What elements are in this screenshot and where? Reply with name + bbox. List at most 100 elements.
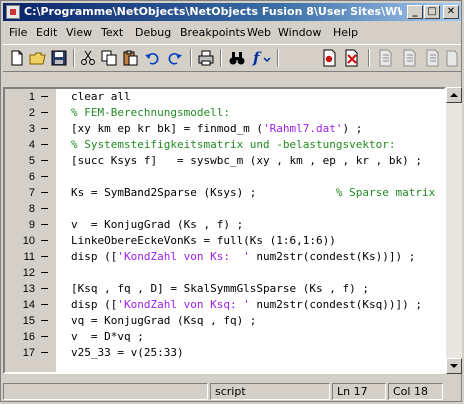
code-line[interactable]: 9 v = KonjugGrad (Ks , f) ;	[5, 217, 444, 233]
code-line[interactable]: 4 % Systemsteifigkeitsmatrix und -belastu…	[5, 137, 444, 153]
maximize-button[interactable]: □	[424, 5, 440, 19]
menu-web[interactable]: Web	[247, 26, 271, 39]
function-icon[interactable]: f	[251, 49, 273, 67]
breakpoint-dash-icon[interactable]	[41, 224, 48, 225]
step-icon[interactable]	[377, 49, 395, 67]
cut-icon[interactable]	[79, 49, 97, 67]
breakpoint-dash-icon[interactable]	[41, 144, 48, 145]
code-line[interactable]: 2 % FEM-Berechnungsmodell:	[5, 105, 444, 121]
status-column: Col 18	[388, 383, 443, 400]
menu-file[interactable]: File	[9, 26, 27, 39]
code-line[interactable]: 3 [xy km ep kr bk] = finmod_m ('Rahml7.da…	[5, 121, 444, 137]
code-line[interactable]: 14 disp (['KondZahl von Ksq: ' num2str(co…	[5, 297, 444, 313]
code-line[interactable]: 13 [Ksq , fq , D] = SkalSymmGlsSparse (Ks…	[5, 281, 444, 297]
menu-window[interactable]: Window	[278, 26, 321, 39]
breakpoint-dash-icon[interactable]	[41, 240, 48, 241]
code-line[interactable]: 10 LinkeObereEckeVonKs = full(Ks (1:6,1:6…	[5, 233, 444, 249]
menu-debug[interactable]: Debug	[135, 26, 171, 39]
code-text: % FEM-Berechnungsmodell:	[71, 106, 230, 119]
breakpoint-dash-icon[interactable]	[41, 192, 48, 193]
breakpoint-dash-icon[interactable]	[41, 352, 48, 353]
breakpoint-dash-icon[interactable]	[41, 176, 48, 177]
toolbar-overflow-icon[interactable]	[445, 49, 459, 67]
menu-breakpoints[interactable]: Breakpoints	[180, 26, 246, 39]
code-editor[interactable]: 1 clear all 2 % FEM-Berechnungsmodell: 3 [xy …	[3, 87, 446, 374]
step-out-icon[interactable]	[424, 49, 442, 67]
menu-help[interactable]: Help	[333, 26, 358, 39]
code-token: [succ Ksys f] = syswbc_m (xy , km , ep ,…	[71, 154, 422, 167]
code-line[interactable]: 15 vq = KonjugGrad (Ksq , fq) ;	[5, 313, 444, 329]
redo-icon[interactable]	[165, 49, 183, 67]
breakpoint-dash-icon[interactable]	[41, 112, 48, 113]
code-token: v25_33 = v(25:33)	[71, 346, 184, 359]
code-text: Ks = SymBand2Sparse (Ksys) ; % Sparse ma…	[71, 186, 435, 199]
print-icon[interactable]	[197, 49, 215, 67]
code-line[interactable]: 8	[5, 201, 444, 217]
vertical-scrollbar[interactable]	[446, 87, 462, 374]
code-line[interactable]: 12	[5, 265, 444, 281]
menu-view[interactable]: View	[66, 26, 92, 39]
breakpoint-dash-icon[interactable]	[41, 320, 48, 321]
status-bar: script Ln 17 Col 18	[3, 381, 461, 401]
find-icon[interactable]	[228, 49, 246, 67]
undo-icon[interactable]	[144, 49, 162, 67]
code-token: v = D*vq ;	[71, 330, 144, 343]
code-line[interactable]: 6	[5, 169, 444, 185]
copy-icon[interactable]	[100, 49, 118, 67]
minimize-button[interactable]: _	[407, 5, 423, 19]
breakpoint-dash-icon[interactable]	[41, 304, 48, 305]
code-token: num2str(condest(Ksq))]) ;	[249, 298, 422, 311]
code-text: LinkeObereEckeVonKs = full(Ks (1:6,1:6))	[71, 234, 336, 247]
code-text: v = D*vq ;	[71, 330, 144, 343]
scroll-down-button[interactable]	[446, 358, 462, 374]
breakpoint-dash-icon[interactable]	[41, 96, 48, 97]
breakpoint-dash-icon[interactable]	[41, 160, 48, 161]
arrow-up-icon	[450, 93, 458, 97]
breakpoint-dash-icon[interactable]	[41, 288, 48, 289]
toolbar-separator	[277, 49, 279, 67]
scroll-up-button[interactable]	[446, 87, 462, 103]
breakpoint-dash-icon[interactable]	[41, 256, 48, 257]
line-number: 14	[22, 299, 35, 311]
toolbar: f	[3, 44, 461, 72]
code-line[interactable]: 7 Ks = SymBand2Sparse (Ksys) ; % Sparse m…	[5, 185, 444, 201]
breakpoint-dash-icon[interactable]	[41, 128, 48, 129]
breakpoint-dash-icon[interactable]	[41, 272, 48, 273]
editor-window: C:\Programme\NetObjects\NetObjects Fusio…	[0, 0, 462, 402]
code-string: 'KondZahl von Ks: '	[117, 250, 250, 263]
open-folder-icon[interactable]	[29, 49, 47, 67]
line-number: 16	[22, 331, 35, 343]
new-file-icon[interactable]	[8, 49, 26, 67]
toolbar-separator	[368, 49, 370, 67]
menu-text[interactable]: Text	[101, 26, 123, 39]
paste-icon[interactable]	[121, 49, 139, 67]
code-token: clear all	[71, 90, 131, 103]
code-token: ) ;	[342, 122, 363, 135]
close-button[interactable]: ✕	[443, 5, 459, 19]
set-breakpoint-icon[interactable]	[321, 49, 339, 67]
code-string: 'KondZahl von Ksq: '	[117, 298, 250, 311]
code-token: disp ([	[71, 298, 118, 311]
code-line[interactable]: 11 disp (['KondZahl von Ks: ' num2str(con…	[5, 249, 444, 265]
code-line[interactable]: 1 clear all	[5, 89, 444, 105]
breakpoint-dash-icon[interactable]	[41, 336, 48, 337]
menu-edit[interactable]: Edit	[36, 26, 57, 39]
app-icon[interactable]	[6, 5, 20, 19]
title-bar[interactable]: C:\Programme\NetObjects\NetObjects Fusio…	[3, 3, 461, 21]
code-line[interactable]: 5 [succ Ksys f] = syswbc_m (xy , km , ep …	[5, 153, 444, 169]
code-text: disp (['KondZahl von Ks: ' num2str(conde…	[71, 250, 415, 263]
save-icon[interactable]	[50, 49, 68, 67]
code-text: vq = KonjugGrad (Ksq , fq) ;	[71, 314, 256, 327]
code-line[interactable]: 16 v = D*vq ;	[5, 329, 444, 345]
status-mode: script	[210, 383, 330, 400]
step-in-icon[interactable]	[401, 49, 419, 67]
line-number: 6	[28, 171, 35, 183]
breakpoint-dash-icon[interactable]	[41, 208, 48, 209]
code-comment: % FEM-Berechnungsmodell:	[71, 106, 230, 119]
code-line[interactable]: 17 v25_33 = v(25:33)	[5, 345, 444, 361]
line-number: 3	[28, 123, 35, 135]
clear-breakpoint-icon[interactable]	[343, 49, 361, 67]
code-comment: % Systemsteifigkeitsmatrix und -belastun…	[71, 138, 396, 151]
code-string: 'Rahml7.dat'	[263, 122, 343, 135]
status-spacer	[3, 383, 208, 400]
